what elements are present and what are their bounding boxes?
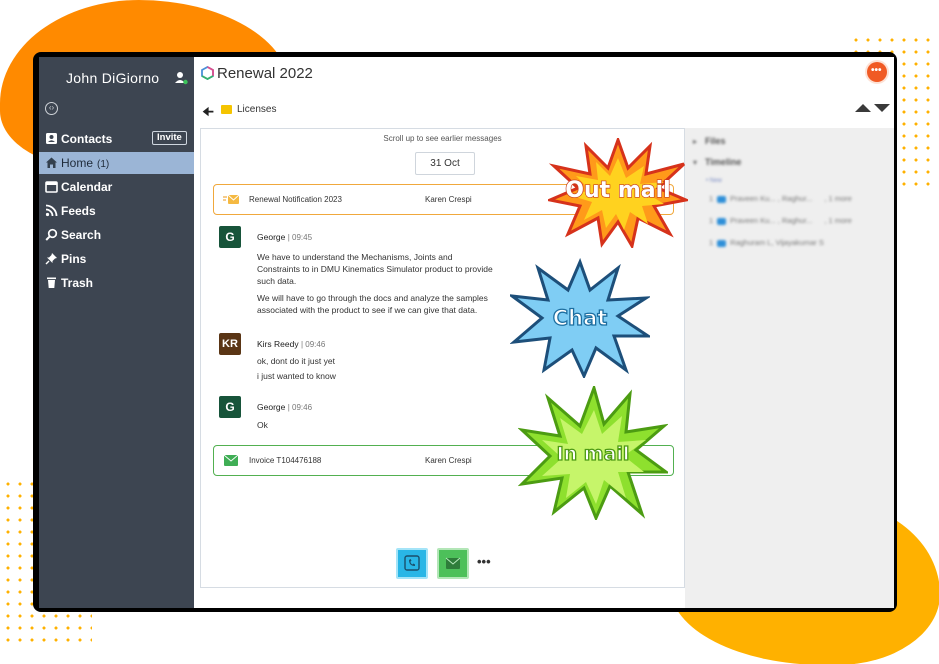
message-header: Kirs Reedy | 09:46	[257, 339, 325, 349]
sidebar-item-label: Pins	[61, 252, 87, 266]
details-panel: ▸ Files ▾ Timeline • New 1 Praveen Ku... …	[685, 128, 894, 608]
message-text: ok, dont do it just yet	[257, 356, 335, 366]
timeline-count: 1	[709, 238, 714, 247]
app-window: John DiGiorno ‹› Contacts Invite Home (1)	[39, 57, 894, 608]
avatar: G	[219, 226, 241, 248]
sidebar-item-label: Feeds	[61, 204, 96, 218]
mail-subject: Invoice T104476188	[249, 456, 322, 465]
chat-annotation: Chat	[506, 257, 653, 380]
out-mail-annotation: Out mail	[544, 135, 692, 251]
sidebar-item-pins[interactable]: Pins	[39, 248, 194, 270]
folder-icon	[221, 105, 232, 114]
next-item-arrow-icon[interactable]	[874, 104, 890, 112]
message-text: i just wanted to know	[257, 371, 336, 381]
annotation-label: In mail	[556, 442, 630, 465]
incoming-mail-icon	[223, 455, 239, 466]
message-author: George	[257, 402, 286, 412]
timeline-new-label: • New	[706, 178, 722, 184]
sidebar-item-calendar[interactable]: Calendar	[39, 176, 194, 198]
sidebar-item-label: Home	[61, 156, 94, 170]
message-text: We have to understand the Mechanisms, Jo…	[257, 252, 453, 262]
home-icon	[46, 157, 57, 168]
back-arrow-icon[interactable]: 🠈	[202, 103, 214, 125]
timeline-count: 1	[709, 216, 714, 225]
sidebar: John DiGiorno ‹› Contacts Invite Home (1)	[39, 57, 194, 608]
message-text: such data.	[257, 276, 297, 286]
timeline-participants: Raghuram L, Vijayakumar S	[730, 238, 824, 247]
sidebar-item-label: Trash	[61, 276, 94, 290]
message-header: George | 09:45	[257, 232, 312, 242]
timeline-participants: Praveen Ku... , Raghur...	[730, 216, 813, 225]
page-title: Renewal 2022	[217, 65, 313, 82]
search-icon	[45, 228, 58, 241]
in-mail-annotation: In mail	[517, 383, 671, 522]
chat-icon	[717, 195, 727, 203]
sidebar-item-label: Contacts	[61, 132, 113, 146]
more-options-button[interactable]: •••	[477, 554, 491, 569]
sidebar-item-label: Calendar	[61, 180, 113, 194]
sidebar-item-feeds[interactable]: Feeds	[39, 200, 194, 222]
sidebar-item-label-group: Home (1)	[61, 156, 109, 170]
message-text: associated with the product to see if we…	[257, 305, 478, 315]
rss-feed-icon	[45, 204, 58, 217]
message-text: We will have to go through the docs and …	[257, 293, 488, 303]
avatar: G	[219, 396, 241, 418]
timeline-more: , 1 more	[824, 216, 852, 225]
message-text: Ok	[257, 420, 268, 430]
collapse-chevron-icon[interactable]: ▾	[693, 158, 697, 167]
sidebar-item-contacts[interactable]: Contacts Invite	[39, 128, 194, 150]
avatar: KR	[219, 333, 241, 355]
date-separator: 31 Oct	[415, 152, 475, 175]
calendar-icon	[45, 181, 58, 193]
contacts-icon	[46, 133, 57, 144]
app-logo-icon	[201, 66, 214, 80]
previous-item-arrow-icon[interactable]	[855, 104, 871, 112]
user-status-icon	[175, 72, 188, 85]
timeline-item[interactable]: 1 Praveen Ku... , Raghur... , 1 more	[709, 194, 852, 203]
message-author: George	[257, 232, 286, 242]
timeline-item[interactable]: 1 Raghuram L, Vijayakumar S	[709, 238, 836, 247]
phone-icon	[404, 555, 420, 571]
invite-button[interactable]: Invite	[152, 131, 187, 145]
message-header: George | 09:46	[257, 402, 312, 412]
message-time: | 09:45	[287, 233, 313, 242]
outgoing-mail-icon	[223, 194, 239, 204]
timeline-more: , 1 more	[824, 194, 852, 203]
message-text: Constraints to in DMU Kinematics Simulat…	[257, 264, 493, 274]
timeline-participants: Praveen Ku... , Raghur...	[730, 194, 813, 203]
call-button[interactable]	[396, 548, 428, 579]
timeline-section-header[interactable]: Timeline	[705, 157, 741, 167]
sidebar-item-search[interactable]: Search	[39, 224, 194, 246]
annotation-label: Out mail	[565, 177, 672, 203]
mail-sender: Karen Crespi	[425, 195, 472, 204]
trash-icon	[47, 277, 56, 288]
files-section-header[interactable]: Files	[705, 136, 726, 146]
chat-icon	[717, 239, 727, 247]
user-profile[interactable]: John DiGiorno	[39, 67, 194, 89]
timeline-item[interactable]: 1 Praveen Ku... , Raghur... , 1 more	[709, 216, 852, 225]
compose-mail-button[interactable]	[437, 548, 469, 579]
message-author: Kirs Reedy	[257, 339, 299, 349]
home-unread-count: (1)	[97, 159, 110, 170]
mail-subject: Renewal Notification 2023	[249, 195, 342, 204]
message-time: | 09:46	[287, 403, 313, 412]
user-name: John DiGiorno	[66, 70, 160, 86]
pin-icon	[45, 253, 57, 265]
mail-sender: Karen Crespi	[425, 456, 472, 465]
breadcrumb-folder-link[interactable]: Licenses	[237, 104, 276, 115]
breadcrumb: 🠈 Licenses	[202, 103, 402, 119]
notifications-button[interactable]: •••	[867, 62, 887, 82]
promo-stage: John DiGiorno ‹› Contacts Invite Home (1)	[0, 0, 939, 664]
mail-icon	[445, 557, 461, 569]
message-time: | 09:46	[300, 340, 326, 349]
timeline-count: 1	[709, 194, 714, 203]
collapse-sidebar-icon[interactable]: ‹›	[45, 102, 58, 115]
chat-bubble-icon: •••	[871, 65, 882, 76]
expand-chevron-icon[interactable]: ▸	[693, 137, 697, 146]
chat-icon	[717, 217, 727, 225]
sidebar-item-label: Search	[61, 228, 102, 242]
sidebar-item-home[interactable]: Home (1)	[39, 152, 194, 174]
annotation-label: Chat	[552, 305, 608, 330]
sidebar-item-trash[interactable]: Trash	[39, 272, 194, 294]
